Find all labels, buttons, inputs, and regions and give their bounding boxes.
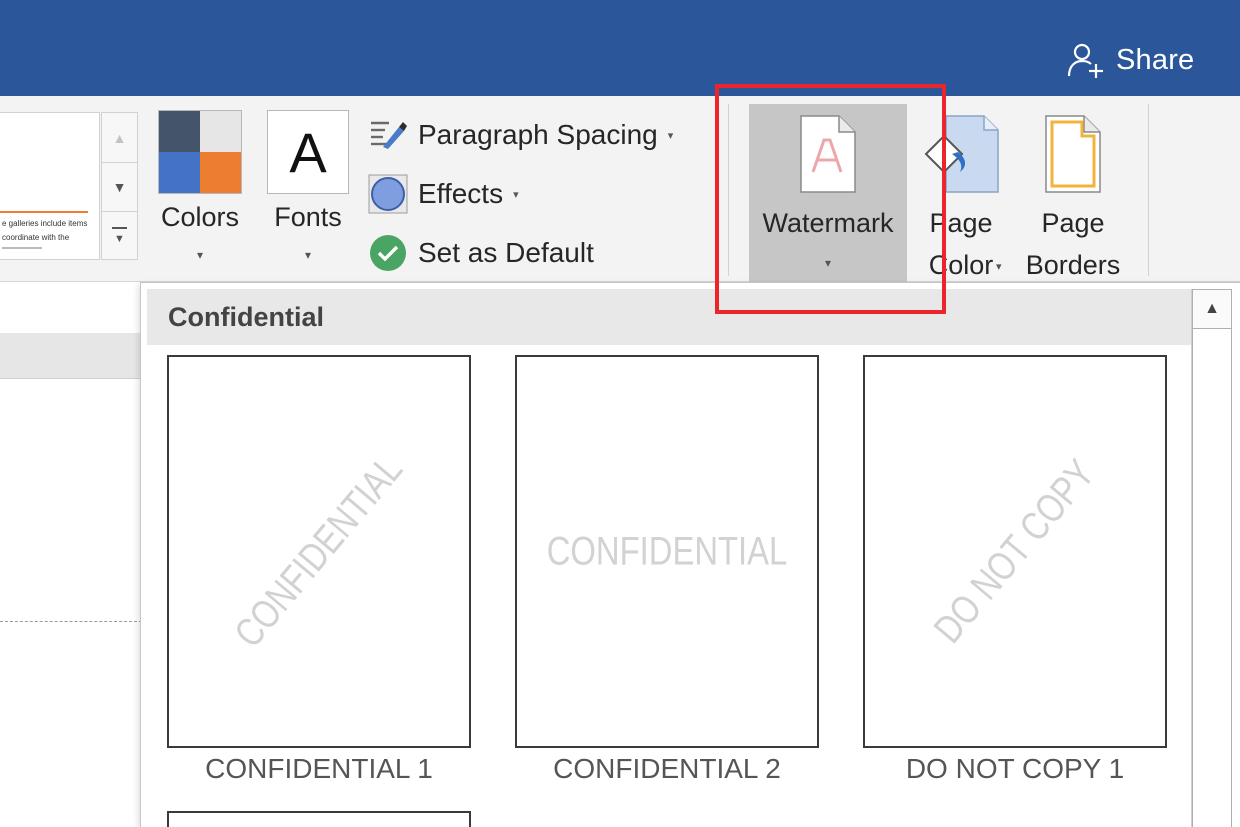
dropdown-section-header: Confidential bbox=[147, 289, 1191, 345]
chevron-down-icon: ▾ bbox=[196, 248, 204, 262]
theme-preview-accent-line bbox=[0, 211, 88, 213]
watermark-option-confidential-2[interactable]: CONFIDENTIAL bbox=[515, 355, 819, 748]
gallery-more-bar bbox=[112, 227, 127, 229]
watermark-preview-text: CONFIDENTIAL bbox=[546, 529, 788, 573]
watermark-option-label: CONFIDENTIAL 2 bbox=[553, 753, 781, 784]
title-bar: Share bbox=[0, 0, 1240, 96]
page-borders-label-line1: Page bbox=[1041, 208, 1105, 238]
watermark-button[interactable]: Watermark ▾ bbox=[749, 104, 907, 282]
watermark-option-confidential-1[interactable]: CONFIDENTIAL bbox=[167, 355, 471, 748]
chevron-up-icon: ▲ bbox=[1204, 300, 1220, 317]
watermark-option-partial[interactable] bbox=[167, 811, 471, 827]
ribbon-separator bbox=[1148, 104, 1149, 276]
watermark-preview-text: DO NOT COPY bbox=[925, 451, 1104, 651]
chevron-down-icon: ▾ bbox=[996, 261, 1002, 273]
chevron-down-icon: ▾ bbox=[667, 129, 674, 142]
document-ruler-strip bbox=[0, 333, 142, 379]
chevron-down-icon: ▾ bbox=[824, 256, 832, 270]
document-margin-line bbox=[0, 621, 142, 622]
effects-icon bbox=[368, 174, 408, 214]
watermark-icon bbox=[800, 115, 856, 193]
color-swatch-4 bbox=[200, 152, 241, 193]
chevron-down-icon: ▾ bbox=[513, 188, 519, 201]
theme-fonts-icon: A bbox=[267, 110, 349, 194]
page-borders-label-line2: Borders bbox=[1025, 250, 1121, 280]
page-borders-icon bbox=[1045, 115, 1101, 193]
share-button[interactable]: Share bbox=[1066, 38, 1194, 82]
color-swatch-3 bbox=[159, 152, 200, 193]
scroll-track[interactable] bbox=[1192, 329, 1232, 827]
watermark-option-label: DO NOT COPY 1 bbox=[905, 753, 1125, 784]
page-color-icon bbox=[924, 115, 999, 193]
theme-preview-text-1: e galleries include items bbox=[2, 219, 88, 228]
scroll-up-button[interactable]: ▲ bbox=[1192, 289, 1232, 329]
expand-gallery-icon: ▼ bbox=[114, 233, 125, 245]
effects-label: Effects bbox=[418, 178, 504, 209]
section-title: Confidential bbox=[168, 301, 324, 332]
chevron-down-icon: ▾ bbox=[304, 248, 312, 262]
set-as-default-label: Set as Default bbox=[418, 237, 594, 268]
chevron-up-icon: ▲ bbox=[112, 129, 127, 146]
colors-label: Colors bbox=[160, 202, 240, 232]
page-color-button[interactable]: Page Color ▾ bbox=[908, 104, 1014, 282]
colors-button[interactable]: Colors ▾ bbox=[152, 106, 248, 276]
dropdown-scrollbar[interactable]: ▲ bbox=[1191, 289, 1232, 827]
paragraph-spacing-icon bbox=[368, 115, 408, 155]
page-color-label-line1: Page bbox=[929, 208, 993, 238]
gallery-scroll-down-button[interactable]: ▼ bbox=[102, 162, 137, 211]
theme-gallery-scrollbar: ▲ ▼ ▼ bbox=[101, 112, 138, 260]
theme-preview-text-2: coordinate with the bbox=[2, 233, 70, 242]
page-borders-button[interactable]: Page Borders bbox=[1016, 104, 1130, 282]
watermark-dropdown: Confidential CONFIDENTIAL CONFIDENTIAL 1… bbox=[140, 282, 1240, 827]
design-ribbon: e galleries include items coordinate wit… bbox=[0, 96, 1240, 282]
checkmark-circle-icon bbox=[368, 233, 408, 273]
watermark-option-do-not-copy-1[interactable]: DO NOT COPY bbox=[863, 355, 1167, 748]
watermark-label: Watermark bbox=[762, 208, 894, 238]
gallery-scroll-up-button[interactable]: ▲ bbox=[102, 113, 137, 162]
theme-preview-text-3 bbox=[2, 247, 42, 249]
share-label: Share bbox=[1116, 43, 1195, 76]
set-as-default-button[interactable]: Set as Default bbox=[368, 228, 594, 278]
paragraph-spacing-label: Paragraph Spacing bbox=[418, 119, 658, 150]
watermark-preview-text: CONFIDENTIAL bbox=[226, 447, 411, 656]
share-person-icon bbox=[1067, 43, 1103, 78]
ribbon-separator bbox=[728, 104, 729, 276]
fonts-button[interactable]: A Fonts ▾ bbox=[262, 106, 354, 276]
fonts-label: Fonts bbox=[274, 202, 342, 232]
paragraph-spacing-button[interactable]: Paragraph Spacing ▾ bbox=[368, 110, 673, 160]
chevron-down-icon: ▼ bbox=[112, 179, 127, 195]
fonts-glyph: A bbox=[289, 120, 327, 184]
color-swatch-2 bbox=[200, 111, 241, 152]
theme-gallery-preview[interactable]: e galleries include items coordinate wit… bbox=[0, 112, 100, 260]
theme-colors-icon bbox=[158, 110, 242, 194]
effects-button[interactable]: Effects ▾ bbox=[368, 169, 519, 219]
watermark-option-label: CONFIDENTIAL 1 bbox=[205, 753, 433, 784]
gallery-more-button[interactable]: ▼ bbox=[102, 211, 137, 260]
color-swatch-1 bbox=[159, 111, 200, 152]
